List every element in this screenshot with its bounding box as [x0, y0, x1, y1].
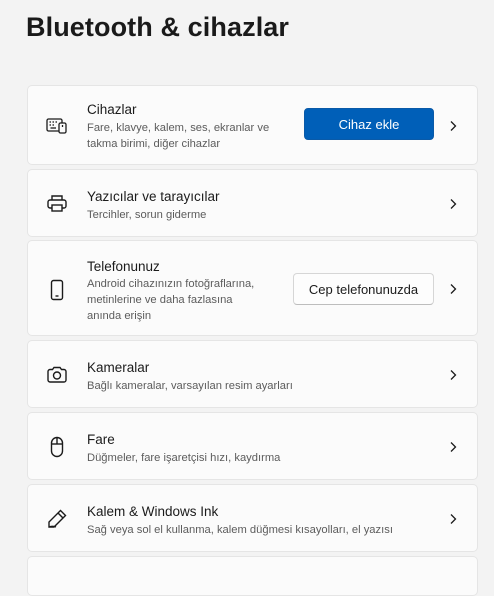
card-title: Cihazlar [87, 102, 137, 117]
add-device-button[interactable]: Cihaz ekle [304, 108, 434, 140]
pen-icon [45, 507, 69, 531]
card-desc: Sağ veya sol el kullanma, kalem düğmesi … [87, 524, 393, 536]
card-fare[interactable]: Fare Düğmeler, fare işaretçisi hızı, kay… [27, 412, 478, 480]
card-desc: takma birimi, diğer cihazlar [87, 138, 221, 150]
card-desc: Tercihler, sorun giderme [87, 209, 207, 221]
phone-link-button[interactable]: Cep telefonunuzda [293, 273, 434, 305]
card-next[interactable] [27, 556, 478, 596]
devices-icon [45, 114, 69, 138]
chevron-right-icon [447, 513, 459, 525]
card-title: Yazıcılar ve tarayıcılar [87, 189, 220, 204]
card-title: Fare [87, 432, 115, 447]
card-title: Kalem & Windows Ink [87, 504, 219, 519]
card-desc: anında erişin [87, 310, 152, 322]
camera-icon [45, 363, 69, 387]
card-cihazlar[interactable]: Cihazlar Fare, klavye, kalem, ses, ekran… [27, 85, 478, 165]
card-telefon[interactable]: Telefonunuz Android cihazınızın fotoğraf… [27, 240, 478, 336]
chevron-right-icon [447, 369, 459, 381]
phone-icon [45, 278, 69, 302]
chevron-right-icon [447, 283, 459, 295]
card-kameralar[interactable]: Kameralar Bağlı kameralar, varsayılan re… [27, 340, 478, 408]
card-title: Kameralar [87, 360, 150, 375]
printer-icon [45, 192, 69, 216]
card-desc: Bağlı kameralar, varsayılan resim ayarla… [87, 380, 293, 392]
chevron-right-icon [447, 120, 459, 132]
card-kalem[interactable]: Kalem & Windows Ink Sağ veya sol el kull… [27, 484, 478, 552]
card-title: Telefonunuz [87, 259, 160, 274]
card-desc: Düğmeler, fare işaretçisi hızı, kaydırma [87, 452, 281, 464]
card-desc: Fare, klavye, kalem, ses, ekranlar ve [87, 122, 270, 134]
chevron-right-icon [447, 441, 459, 453]
chevron-right-icon [447, 198, 459, 210]
page-title: Bluetooth & cihazlar [26, 12, 290, 42]
mouse-icon [45, 435, 69, 459]
card-yazicilar[interactable]: Yazıcılar ve tarayıcılar Tercihler, soru… [27, 169, 478, 237]
card-desc: Android cihazınızın fotoğraflarına, [87, 278, 255, 290]
card-desc: metinlerine ve daha fazlasına [87, 294, 233, 306]
